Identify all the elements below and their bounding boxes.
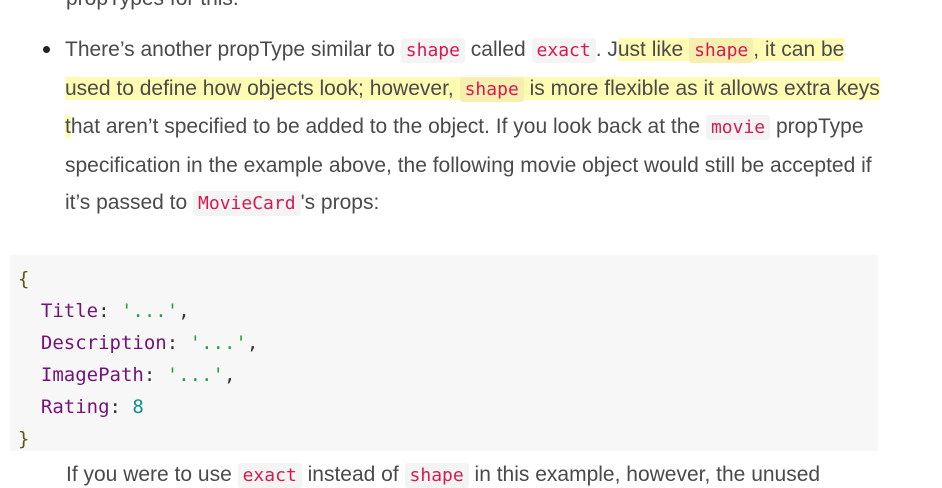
clipped-previous-paragraph: propTypes for this. — [66, 0, 239, 11]
bullet-text-segment: . J — [595, 38, 618, 61]
inline-code-shape: shape — [459, 76, 524, 102]
bullet-text-segment: called — [464, 38, 532, 61]
code-value: '...' — [166, 364, 224, 386]
inline-code-exact: exact — [237, 463, 302, 488]
bullet-text-segment: There’s another propType similar to — [65, 38, 401, 61]
inline-code-shape: shape — [404, 463, 469, 488]
bullet-list: There’s another propType similar to shap… — [43, 31, 880, 223]
clipped-text-b: for this. — [170, 0, 239, 10]
inline-code-movie: movie — [705, 115, 771, 140]
code-key: ImagePath — [40, 364, 144, 386]
code-open-brace: { — [18, 268, 30, 290]
inline-code-exact: exact — [531, 38, 596, 63]
code-value: '...' — [120, 300, 179, 322]
bottom-text-segment: in this example, however, the unused — [468, 463, 821, 486]
code-trailing: , — [178, 300, 190, 322]
highlight-segment: ust like — [617, 38, 690, 61]
bullet-dot — [43, 46, 50, 53]
code-trailing: , — [246, 332, 259, 354]
code-block: { Title: '...', Description: '...', Imag… — [10, 255, 878, 451]
code-trailing: , — [223, 364, 236, 386]
code-key: Description — [40, 332, 167, 354]
bottom-text-segment: instead of — [301, 463, 405, 486]
bottom-text-segment: If you were to use — [66, 463, 238, 486]
next-paragraph-clipped: If you were to use exact instead of shap… — [66, 463, 821, 488]
code-key: Title — [40, 300, 99, 322]
inline-code-shape: shape — [400, 38, 465, 63]
clipped-text-a: propTypes — [66, 0, 164, 10]
bullet-paragraph: There’s another propType similar to shap… — [65, 31, 880, 223]
code-content: { Title: '...', Description: '...', Imag… — [18, 268, 259, 450]
code-key: Rating — [40, 396, 110, 418]
code-value: '...' — [189, 332, 247, 354]
bullet-text-segment: hat aren’t specified to be added to the … — [70, 115, 706, 138]
code-value: 8 — [132, 396, 144, 418]
bullet-text-segment: 's props: — [300, 191, 380, 214]
inline-code-moviecard: MovieCard — [193, 191, 301, 216]
code-close-brace: } — [18, 428, 30, 450]
inline-code-shape: shape — [689, 38, 754, 63]
